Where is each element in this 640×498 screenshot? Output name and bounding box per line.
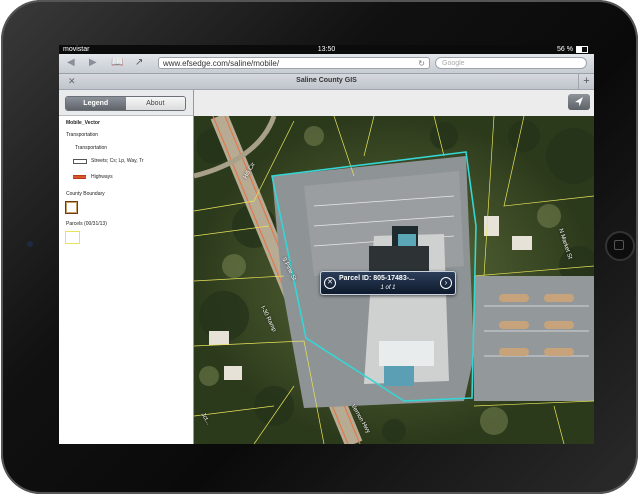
search-field[interactable]: Google	[435, 57, 587, 69]
legend-sublayer: Transportation	[75, 145, 108, 151]
tab-legend[interactable]: Legend	[66, 97, 126, 110]
map-toolbar	[194, 90, 594, 117]
battery-icon	[576, 46, 588, 53]
battery-percent: 56 %	[557, 46, 573, 53]
legend-service: Mobile_Vector	[66, 120, 100, 126]
parcel-popup[interactable]: ✕ Parcel ID: 805-17483-... 1 of 1 ›	[320, 271, 456, 295]
screen: movistar 13:50 56 % ◀ ▶ 📖 ↗ www.efsedge.…	[59, 45, 594, 444]
legend-parcels: Parcels (00/31/13)	[66, 221, 107, 227]
url-text: www.efsedge.com/saline/mobile/	[163, 59, 280, 68]
legend-group: Transportation	[66, 132, 99, 138]
map-view[interactable]: Hill Cir S Pine St I-30 Ramp Jct... Vern…	[194, 116, 594, 444]
clock: 13:50	[317, 46, 336, 53]
tab-about[interactable]: About	[125, 97, 185, 110]
parcels-symbol	[65, 231, 80, 244]
streets-symbol	[73, 159, 87, 164]
tab-bar: ✕ Saline County GIS +	[59, 74, 594, 90]
back-arrow-icon[interactable]: ◀	[67, 57, 75, 68]
browser-toolbar: ◀ ▶ 📖 ↗ www.efsedge.com/saline/mobile/ ↻…	[59, 54, 594, 74]
forward-arrow-icon[interactable]: ▶	[89, 57, 97, 68]
highways-symbol	[73, 175, 86, 179]
panel-tabs: Legend About	[65, 96, 186, 111]
popup-title: Parcel ID: 805-17483-...	[339, 275, 415, 282]
status-bar: movistar 13:50 56 %	[59, 45, 594, 54]
reload-icon[interactable]: ↻	[418, 58, 425, 70]
panel-header: Legend About	[59, 90, 193, 116]
share-icon[interactable]: ↗	[135, 57, 143, 68]
legend-county: County Boundary	[66, 191, 105, 197]
camera-icon	[27, 241, 33, 247]
chevron-right-icon[interactable]: ›	[440, 277, 452, 289]
home-button[interactable]	[605, 231, 635, 261]
url-field[interactable]: www.efsedge.com/saline/mobile/ ↻	[158, 57, 430, 69]
location-arrow-icon[interactable]	[568, 94, 590, 110]
add-tab-icon[interactable]: +	[578, 74, 594, 89]
legend-streets: Streets; Cs; Lp, Way, Tr	[91, 158, 144, 164]
legend-panel: Legend About Mobile_Vector Transportatio…	[59, 90, 194, 444]
tab-title: Saline County GIS	[296, 77, 357, 84]
legend-highways: Highways	[91, 174, 113, 180]
county-symbol	[65, 201, 78, 214]
bookmarks-icon[interactable]: 📖	[111, 57, 123, 68]
battery-indicator: 56 %	[557, 45, 588, 54]
popup-subtitle: 1 of 1	[380, 285, 396, 291]
